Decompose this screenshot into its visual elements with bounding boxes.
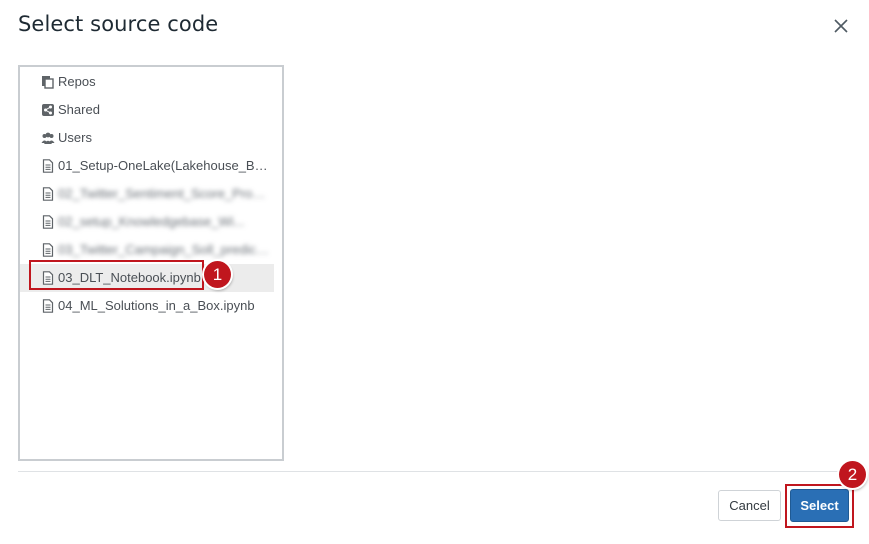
tree-item-label: 04_ML_Solutions_in_a_Box.ipynb [58, 298, 255, 313]
file-icon [42, 271, 54, 285]
tree-item-label: 01_Setup-OneLake(Lakehouse_Bro... [58, 158, 270, 173]
file-icon [42, 243, 54, 257]
tree-item-notebook-01[interactable]: 01_Setup-OneLake(Lakehouse_Bro... [20, 152, 274, 180]
step-badge-2: 2 [839, 461, 866, 488]
tree-item-ml-solutions[interactable]: 04_ML_Solutions_in_a_Box.ipynb [20, 292, 274, 320]
file-icon [42, 215, 54, 229]
tree-item-label: 02_Twitter_Sentiment_Score_Prod... [58, 186, 270, 201]
cancel-button[interactable]: Cancel [718, 490, 781, 521]
repos-icon [42, 76, 54, 89]
source-tree[interactable]: Repos Shared Users 01_Setup-OneLake(Lake… [18, 65, 284, 461]
file-icon [42, 299, 54, 313]
share-icon [42, 104, 54, 116]
tree-item-users[interactable]: Users [20, 124, 274, 152]
select-button[interactable]: Select [790, 489, 849, 522]
tree-item-repos[interactable]: Repos [20, 68, 274, 96]
dialog-title: Select source code [18, 12, 219, 36]
tree-item-notebook-03a[interactable]: 03_Twitter_Campaign_Soll_prediction... [20, 236, 274, 264]
tree-item-dlt-notebook[interactable]: 03_DLT_Notebook.ipynb [20, 264, 274, 292]
close-icon [834, 19, 848, 33]
users-icon [41, 132, 55, 144]
tree-item-label: Shared [58, 102, 100, 117]
tree-item-label: 02_setup_Knowledgebase_Wi... [58, 214, 245, 229]
close-button[interactable] [829, 14, 853, 38]
select-source-code-dialog: Select source code Repos Shared Users 01… [0, 0, 869, 544]
file-icon [42, 187, 54, 201]
tree-item-shared[interactable]: Shared [20, 96, 274, 124]
tree-item-notebook-02a[interactable]: 02_Twitter_Sentiment_Score_Prod... [20, 180, 274, 208]
footer-divider [18, 471, 862, 472]
tree-item-label: 03_Twitter_Campaign_Soll_prediction... [58, 242, 270, 257]
step-badge-1: 1 [204, 261, 231, 288]
tree-item-label: 03_DLT_Notebook.ipynb [58, 270, 201, 285]
tree-item-label: Users [58, 130, 92, 145]
file-icon [42, 159, 54, 173]
tree-item-notebook-02b[interactable]: 02_setup_Knowledgebase_Wi... [20, 208, 274, 236]
tree-item-label: Repos [58, 74, 96, 89]
